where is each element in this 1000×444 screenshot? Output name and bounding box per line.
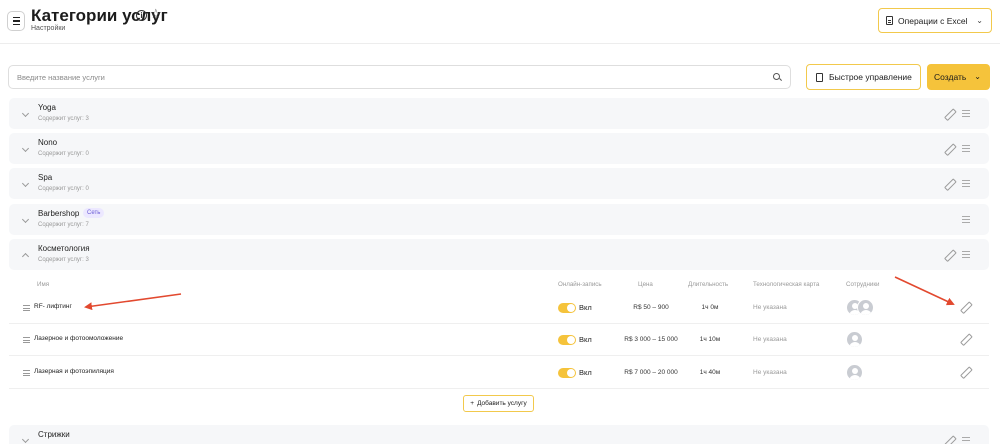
drag-handle-icon[interactable] [962, 216, 970, 223]
category-name: Yoga [38, 103, 56, 112]
column-header-name: Имя [37, 281, 50, 288]
online-booking-toggle[interactable] [558, 335, 576, 345]
excel-operations-label: Операции с Excel [898, 15, 968, 26]
column-header-staff: Сотрудники [846, 281, 880, 288]
category-count: Содержит услуг: 7 [38, 222, 89, 228]
chevron-down-icon[interactable] [21, 109, 30, 118]
online-booking-label: Вкл [579, 368, 592, 377]
excel-operations-button[interactable]: Операции с Excel ⌄ [878, 8, 992, 33]
page-title: Категории услуг [31, 6, 168, 25]
service-price: R$ 50 – 900 [633, 304, 669, 311]
breadcrumb[interactable]: Настройки [31, 25, 65, 32]
edit-pencil-icon[interactable] [944, 109, 954, 119]
chevron-down-icon[interactable] [21, 144, 30, 153]
create-button[interactable]: Создать ⌄ [927, 64, 990, 90]
service-name: Лазерное и фотоомоложение [34, 335, 124, 342]
info-icon[interactable]: i [136, 10, 147, 21]
drag-handle-icon[interactable] [962, 437, 970, 444]
edit-pencil-icon[interactable] [960, 367, 970, 377]
category-row[interactable]: Стрижки [9, 425, 989, 444]
avatar [857, 299, 874, 316]
category-row[interactable]: Spa Содержит услуг: 0 [9, 168, 989, 199]
table-row[interactable]: Лазерная и фотоэпиляция Вкл R$ 7 000 – 2… [9, 357, 989, 389]
edit-pencil-icon[interactable] [960, 334, 970, 344]
table-row[interactable]: Лазерное и фотоомоложение Вкл R$ 3 000 –… [9, 324, 989, 356]
edit-pencil-icon[interactable] [944, 436, 954, 444]
service-duration: 1ч 0м [701, 304, 719, 311]
chevron-down-icon[interactable] [21, 435, 30, 444]
category-count: Содержит услуг: 0 [38, 186, 89, 192]
online-booking-toggle[interactable] [558, 368, 576, 378]
search-icon[interactable] [773, 73, 780, 80]
header-divider [0, 43, 1000, 44]
chevron-down-icon[interactable] [21, 179, 30, 188]
category-row-expanded[interactable]: Косметология Содержит услуг: 3 [9, 239, 989, 270]
drag-handle-icon[interactable] [962, 251, 970, 258]
chevron-down-icon: ⌄ [974, 72, 981, 81]
category-count: Содержит услуг: 0 [38, 151, 89, 157]
drag-handle-icon[interactable] [23, 305, 30, 311]
online-booking-label: Вкл [579, 335, 592, 344]
service-price: R$ 3 000 – 15 000 [624, 336, 678, 343]
avatar [846, 331, 863, 348]
search-box [8, 65, 791, 89]
service-price: R$ 7 000 – 20 000 [624, 369, 678, 376]
edit-pencil-icon[interactable] [944, 144, 954, 154]
edit-pencil-icon[interactable] [960, 302, 970, 312]
table-row[interactable]: RF- лифтинг Вкл R$ 50 – 900 1ч 0м Не ука… [9, 292, 989, 324]
category-count: Содержит услуг: 3 [38, 257, 89, 263]
category-name: Стрижки [38, 430, 70, 439]
tech-card: Не указана [753, 369, 787, 376]
book-icon [816, 72, 823, 82]
edit-pencil-icon[interactable] [944, 179, 954, 189]
category-name: Косметология [38, 244, 90, 253]
network-badge: Сеть [83, 208, 105, 218]
drag-handle-icon[interactable] [23, 370, 30, 376]
category-name: Barbershop [38, 209, 80, 218]
category-row[interactable]: Nono Содержит услуг: 0 [9, 133, 989, 164]
tech-card: Не указана [753, 304, 787, 311]
column-header-tech-card: Технологическая карта [753, 281, 820, 288]
tech-card: Не указана [753, 336, 787, 343]
search-input[interactable] [17, 70, 717, 84]
category-row[interactable]: Yoga Содержит услуг: 3 [9, 98, 989, 129]
service-name: Лазерная и фотоэпиляция [34, 368, 114, 375]
chevron-up-icon[interactable] [21, 252, 30, 261]
chevron-down-icon: ⌄ [976, 16, 983, 25]
column-header-price: Цена [638, 281, 653, 288]
avatar [846, 364, 863, 381]
category-name: Nono [38, 138, 58, 147]
quick-manage-button[interactable]: Быстрое управление [806, 64, 921, 90]
document-icon [886, 16, 893, 25]
service-name: RF- лифтинг [34, 303, 72, 310]
star-icon[interactable]: ☆ [150, 7, 162, 20]
create-label: Создать [934, 72, 967, 82]
online-booking-label: Вкл [579, 303, 592, 312]
drag-handle-icon[interactable] [962, 145, 970, 152]
add-service-button[interactable]: + Добавить услугу [463, 395, 534, 412]
quick-manage-label: Быстрое управление [829, 72, 912, 82]
drag-handle-icon[interactable] [23, 337, 30, 343]
category-count: Содержит услуг: 3 [38, 116, 89, 122]
page: Категории услуг i ☆ Настройки Операции с… [0, 0, 1000, 444]
chevron-down-icon[interactable] [21, 215, 30, 224]
service-duration: 1ч 40м [699, 369, 721, 376]
column-header-duration: Длительность [688, 281, 729, 288]
drag-handle-icon[interactable] [962, 110, 970, 117]
add-service-label: Добавить услугу [477, 400, 527, 407]
category-name: Spa [38, 173, 53, 182]
menu-icon[interactable] [7, 11, 25, 31]
column-header-online: Онлайн-запись [558, 281, 602, 288]
online-booking-toggle[interactable] [558, 303, 576, 313]
category-row[interactable]: Barbershop Сеть Содержит услуг: 7 [9, 204, 989, 235]
plus-icon: + [470, 400, 475, 407]
service-duration: 1ч 10м [699, 336, 721, 343]
edit-pencil-icon[interactable] [944, 250, 954, 260]
drag-handle-icon[interactable] [962, 180, 970, 187]
